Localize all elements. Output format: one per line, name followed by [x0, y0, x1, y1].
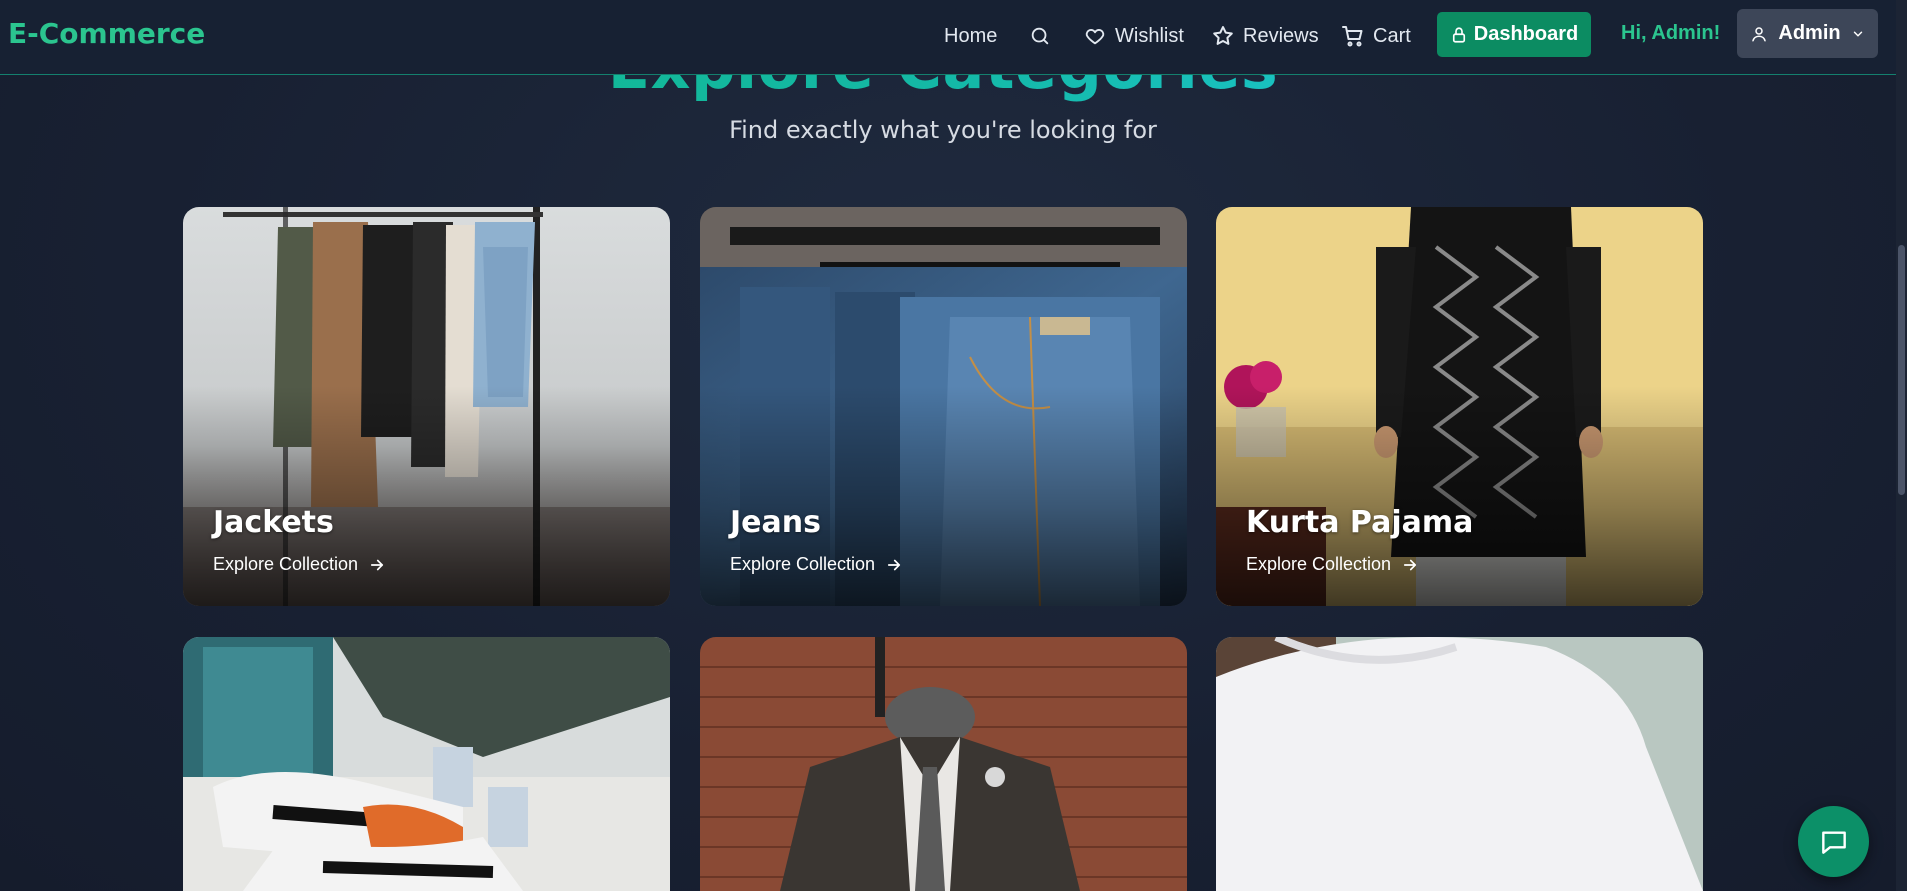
user-menu-label: Admin: [1778, 22, 1841, 44]
category-card-kurta-pajama[interactable]: Kurta Pajama Explore Collection: [1216, 207, 1703, 606]
category-title: Jeans: [730, 505, 821, 540]
arrow-right-icon: [1404, 559, 1417, 570]
category-title: Kurta Pajama: [1246, 505, 1474, 540]
explore-collection-link[interactable]: Explore Collection: [730, 554, 903, 575]
arrow-right-icon: [888, 559, 901, 570]
chat-icon: [1821, 830, 1846, 854]
category-title: Jackets: [213, 505, 334, 540]
chevron-down-icon: [1853, 31, 1862, 36]
nav-home[interactable]: Home: [944, 22, 997, 50]
category-card-jackets[interactable]: Jackets Explore Collection: [183, 207, 670, 606]
heart-icon: [1085, 29, 1105, 45]
chat-button[interactable]: [1798, 806, 1869, 877]
dashboard-label: Dashboard: [1473, 23, 1579, 45]
cart-icon: [1342, 26, 1363, 47]
user-greeting: Hi, Admin!: [1621, 22, 1721, 44]
navbar: E-Commerce Home Wishlist Reviews Cart Da…: [0, 0, 1896, 75]
nav-cart[interactable]: Cart: [1341, 22, 1411, 50]
nav-reviews-label: Reviews: [1243, 24, 1319, 47]
nav-reviews[interactable]: Reviews: [1211, 22, 1319, 50]
search-icon: [1031, 27, 1049, 45]
tshirts-photo: [1216, 637, 1703, 891]
shoes-photo: [183, 637, 670, 891]
search-button[interactable]: [1029, 22, 1051, 50]
user-icon: [1752, 26, 1767, 41]
explore-collection-label: Explore Collection: [1246, 554, 1392, 574]
explore-collection-link[interactable]: Explore Collection: [213, 554, 386, 575]
scrollbar-thumb[interactable]: [1898, 245, 1905, 495]
dashboard-button[interactable]: Dashboard: [1437, 12, 1591, 57]
category-card-shoes[interactable]: [183, 637, 670, 891]
nav-home-label: Home: [944, 24, 998, 47]
nav-wishlist[interactable]: Wishlist: [1083, 22, 1184, 50]
lock-icon: [1452, 27, 1465, 43]
nav-wishlist-label: Wishlist: [1115, 24, 1184, 47]
explore-collection-label: Explore Collection: [730, 554, 876, 574]
arrow-right-icon: [371, 559, 384, 570]
explore-collection-link[interactable]: Explore Collection: [1246, 554, 1419, 575]
nav-cart-label: Cart: [1373, 24, 1411, 47]
explore-collection-label: Explore Collection: [213, 554, 359, 574]
star-icon: [1213, 26, 1233, 45]
category-card-jeans[interactable]: Jeans Explore Collection: [700, 207, 1187, 606]
section-subtitle: Find exactly what you're looking for: [729, 116, 1157, 144]
category-card-tshirts[interactable]: [1216, 637, 1703, 891]
suits-photo: [700, 637, 1187, 891]
brand-logo[interactable]: E-Commerce: [8, 17, 205, 50]
category-card-suits[interactable]: [700, 637, 1187, 891]
page-scrollbar[interactable]: [1896, 0, 1907, 891]
user-menu-button[interactable]: Admin: [1737, 9, 1878, 58]
